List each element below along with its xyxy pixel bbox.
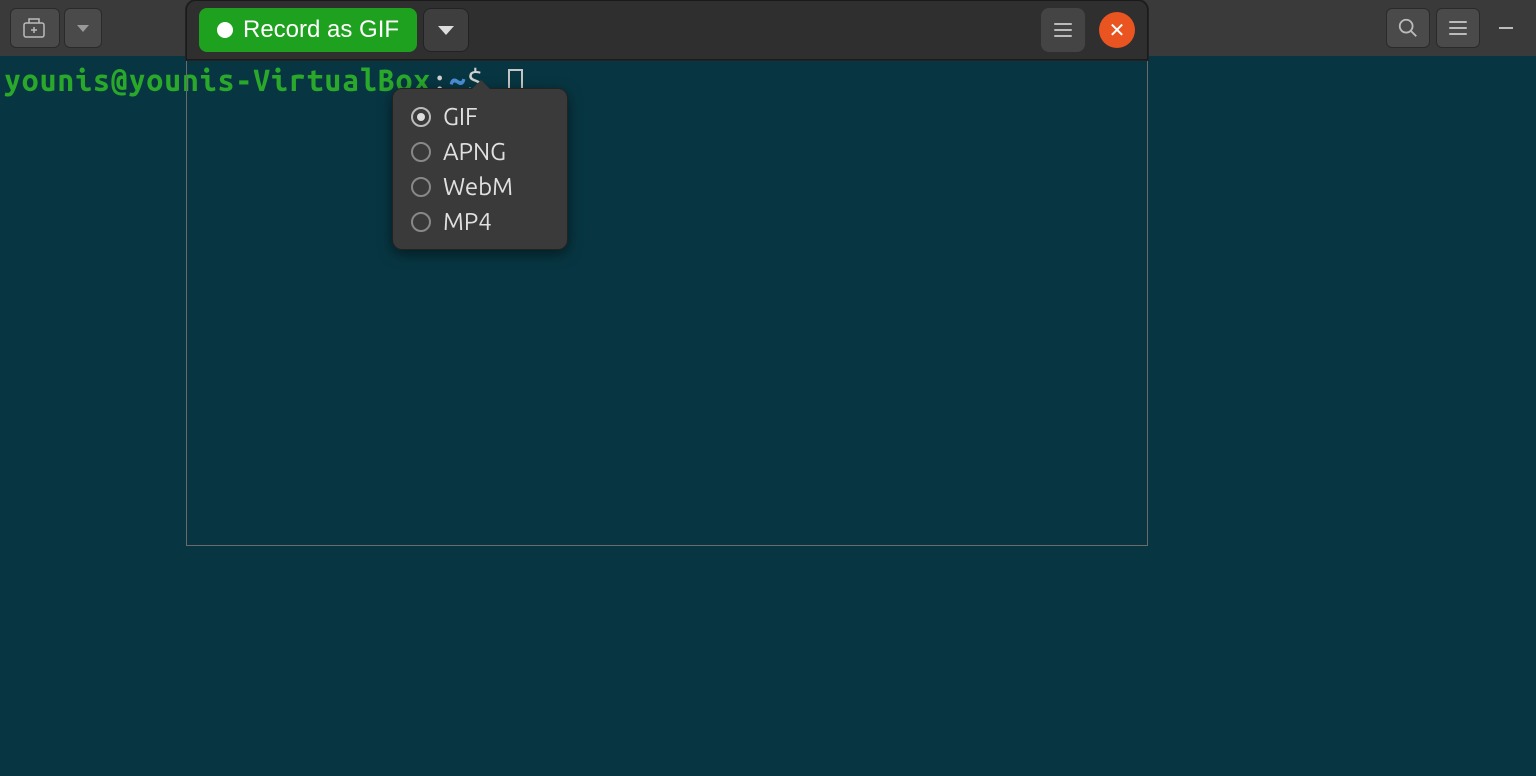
format-option-mp4[interactable]: MP4 xyxy=(393,204,567,239)
record-button[interactable]: Record as GIF xyxy=(199,8,417,52)
radio-icon xyxy=(411,212,431,232)
format-option-apng[interactable]: APNG xyxy=(393,134,567,169)
radio-icon xyxy=(411,107,431,127)
prompt-user-host: younis@younis-VirtualBox xyxy=(4,63,431,97)
hamburger-icon xyxy=(1054,23,1072,37)
radio-icon xyxy=(411,177,431,197)
record-label: Record as GIF xyxy=(243,16,399,44)
format-label: MP4 xyxy=(443,208,492,235)
format-label: WebM xyxy=(443,173,513,200)
format-menu: GIF APNG WebM MP4 xyxy=(392,88,568,250)
format-label: GIF xyxy=(443,103,478,130)
hamburger-icon xyxy=(1449,21,1467,35)
format-option-gif[interactable]: GIF xyxy=(393,99,567,134)
format-option-webm[interactable]: WebM xyxy=(393,169,567,204)
minimize-button[interactable] xyxy=(1486,8,1526,48)
new-tab-icon xyxy=(23,18,47,38)
minimize-icon xyxy=(1499,27,1513,29)
new-tab-button[interactable] xyxy=(10,8,60,48)
format-label: APNG xyxy=(443,138,506,165)
recorder-menu-button[interactable] xyxy=(1041,8,1085,52)
record-icon xyxy=(217,22,233,38)
top-bar-right xyxy=(1386,8,1526,48)
tab-dropdown-button[interactable] xyxy=(64,8,102,48)
recorder-toolbar: Record as GIF ✕ xyxy=(186,0,1148,60)
chevron-down-icon xyxy=(77,25,89,32)
search-button[interactable] xyxy=(1386,8,1430,48)
format-dropdown-button[interactable] xyxy=(423,8,469,52)
terminal-body[interactable]: younis@younis-VirtualBox:~$ xyxy=(0,56,1536,776)
search-icon xyxy=(1397,17,1419,39)
terminal-menu-button[interactable] xyxy=(1436,8,1480,48)
recorder-toolbar-right: ✕ xyxy=(1041,8,1135,52)
chevron-down-icon xyxy=(438,26,454,35)
close-button[interactable]: ✕ xyxy=(1099,12,1135,48)
radio-icon xyxy=(411,142,431,162)
close-icon: ✕ xyxy=(1109,18,1126,42)
